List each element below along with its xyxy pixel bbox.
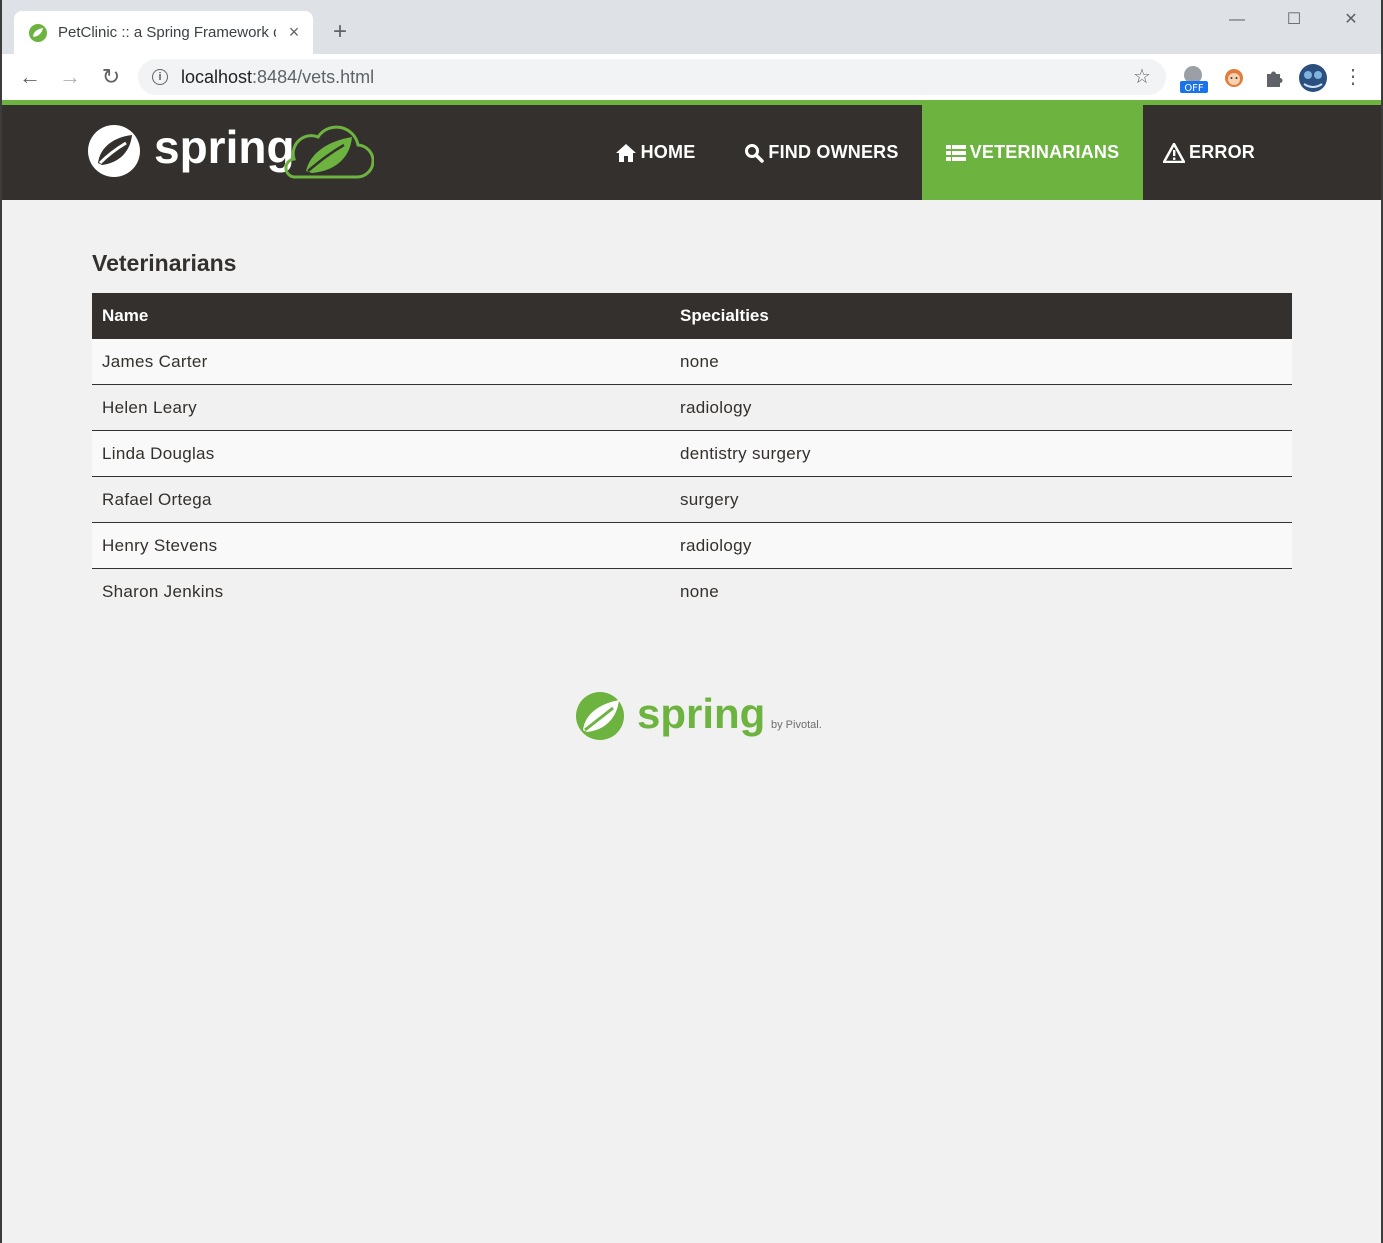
vet-specialties-cell: dentistry surgery <box>670 430 1292 477</box>
nav-home-label: HOME <box>640 142 696 162</box>
site-navbar: spring HOME FIND OWNERS VETERINARIANS ER… <box>2 105 1381 200</box>
table-row: Sharon Jenkins none <box>92 568 1292 614</box>
page-title: Veterinarians <box>92 250 237 276</box>
nav-find-owners[interactable]: FIND OWNERS <box>729 105 914 200</box>
close-window-icon[interactable]: ✕ <box>1331 8 1371 32</box>
vet-name-cell: Linda Douglas <box>92 430 670 477</box>
spring-favicon-icon <box>29 24 47 42</box>
site-info-icon[interactable]: i <box>152 69 168 85</box>
nav-error-label: ERROR <box>1188 142 1255 162</box>
spring-by-pivotal-logo: spring by Pivotal. <box>576 690 822 740</box>
vet-name-cell: Sharon Jenkins <box>92 568 670 614</box>
forward-icon[interactable]: → <box>56 63 84 91</box>
new-tab-button[interactable]: + <box>327 20 353 46</box>
vet-specialties-cell: surgery <box>670 476 1292 523</box>
vet-specialties-cell: none <box>670 568 1292 614</box>
spring-logo[interactable]: spring <box>84 117 374 185</box>
search-icon <box>745 143 765 163</box>
browser-toolbar: ← → ↻ i localhost:8484/vets.html ☆ OFF ⋮ <box>2 54 1381 100</box>
nav-veterinarians-label: VETERINARIANS <box>969 142 1120 162</box>
nav-find-owners-label: FIND OWNERS <box>768 142 899 162</box>
nav-home[interactable]: HOME <box>599 105 711 200</box>
back-icon[interactable]: ← <box>16 63 44 91</box>
tab-title: PetClinic :: a Spring Framework demonstr… <box>58 24 276 41</box>
address-bar[interactable]: i localhost:8484/vets.html ☆ <box>138 59 1166 95</box>
table-row: James Carter none <box>92 339 1292 385</box>
warning-icon <box>1162 142 1185 163</box>
svg-text:spring: spring <box>637 690 765 737</box>
vet-name-cell: James Carter <box>92 339 670 385</box>
svg-text:by Pivotal.: by Pivotal. <box>771 719 822 731</box>
minimize-icon[interactable]: — <box>1217 8 1257 32</box>
browser-menu-icon[interactable]: ⋮ <box>1339 63 1367 91</box>
reload-icon[interactable]: ↻ <box>97 63 125 91</box>
nav-veterinarians[interactable]: VETERINARIANS <box>922 105 1143 200</box>
vets-table: Name Specialties James Carter none Helen… <box>92 293 1292 614</box>
vet-specialties-cell: none <box>670 339 1292 385</box>
nav-error[interactable]: ERROR <box>1153 105 1265 200</box>
extension-off-icon[interactable]: OFF <box>1178 64 1208 94</box>
extension-face-icon[interactable] <box>1220 64 1248 92</box>
bookmark-star-icon[interactable]: ☆ <box>1130 65 1154 89</box>
vet-name-cell: Rafael Ortega <box>92 476 670 523</box>
browser-window: PetClinic :: a Spring Framework demonstr… <box>2 0 1381 1243</box>
profile-avatar[interactable] <box>1298 64 1327 92</box>
table-row: Helen Leary radiology <box>92 384 1292 431</box>
svg-text:spring: spring <box>154 121 295 173</box>
url-text[interactable]: localhost:8484/vets.html <box>181 67 374 87</box>
maximize-icon[interactable]: ☐ <box>1274 8 1314 32</box>
column-header-name: Name <box>92 293 670 339</box>
vet-specialties-cell: radiology <box>670 522 1292 569</box>
vet-name-cell: Henry Stevens <box>92 522 670 569</box>
tab-petclinic[interactable]: PetClinic :: a Spring Framework demonstr… <box>14 11 313 54</box>
tab-strip: PetClinic :: a Spring Framework demonstr… <box>2 0 1381 54</box>
home-icon <box>615 143 636 162</box>
vet-specialties-cell: radiology <box>670 384 1292 431</box>
close-tab-icon[interactable]: × <box>284 22 304 42</box>
vet-name-cell: Helen Leary <box>92 384 670 431</box>
column-header-specialties: Specialties <box>670 293 1292 339</box>
table-row: Rafael Ortega surgery <box>92 476 1292 523</box>
svg-text:OFF: OFF <box>1184 83 1204 94</box>
extensions-puzzle-icon[interactable] <box>1260 64 1288 92</box>
table-header-row: Name Specialties <box>92 293 1292 339</box>
list-icon <box>945 144 966 161</box>
table-row: Henry Stevens radiology <box>92 522 1292 569</box>
table-row: Linda Douglas dentistry surgery <box>92 430 1292 477</box>
